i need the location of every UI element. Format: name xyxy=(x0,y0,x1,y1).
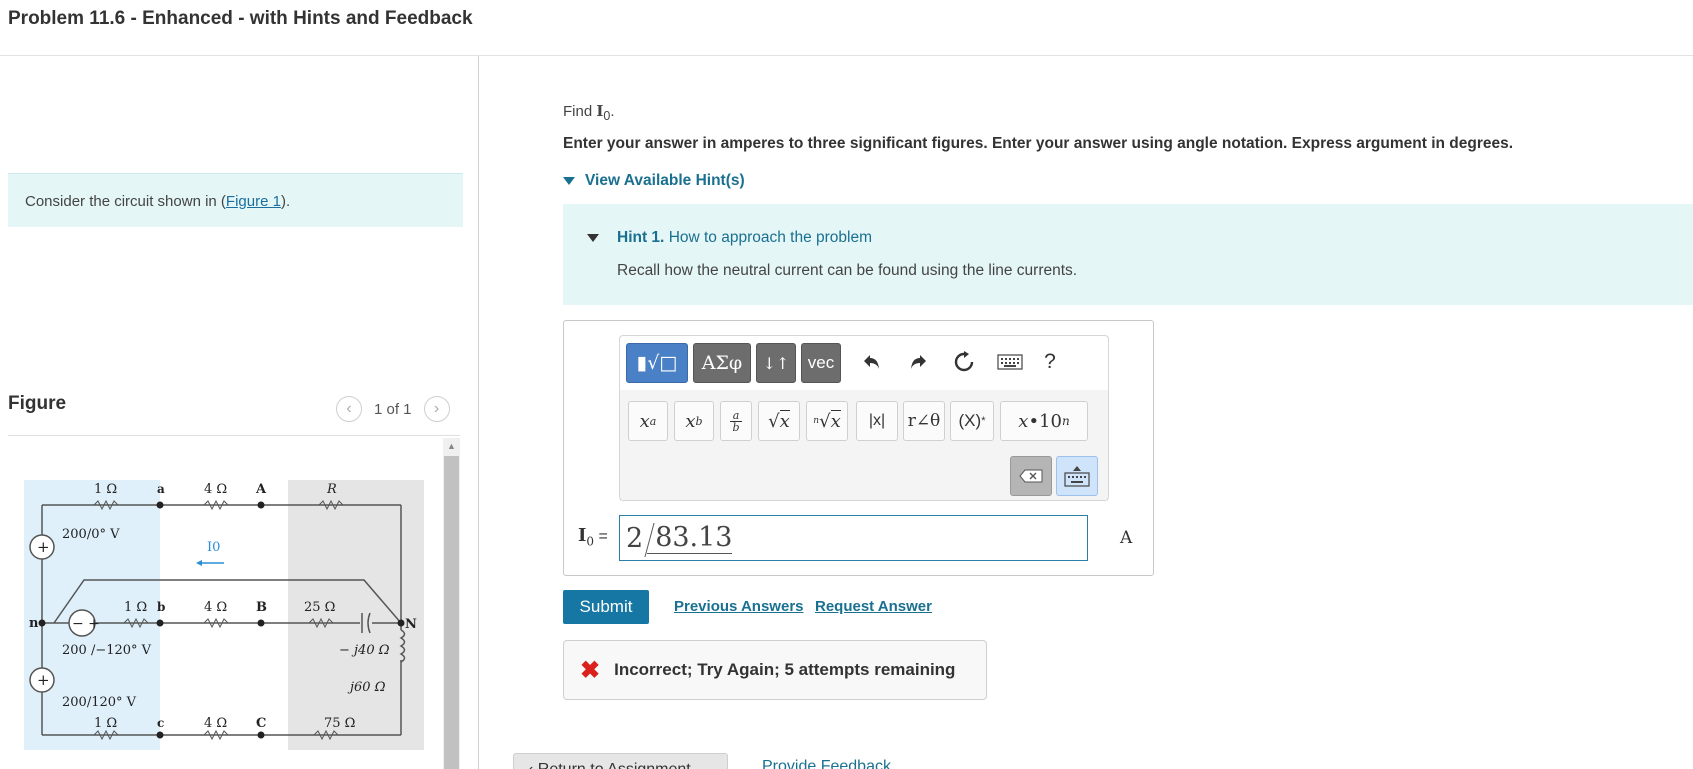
figure-nav: ‹ 1 of 1 › xyxy=(336,396,450,422)
label-source-c: 200/120° V xyxy=(62,695,137,710)
page-title: Problem 11.6 - Enhanced - with Hints and… xyxy=(8,8,473,29)
back-icon: ‹ xyxy=(528,761,538,769)
keyboard-toggle-icon[interactable] xyxy=(1056,456,1098,496)
hint-body: Recall how the neutral current can be fo… xyxy=(617,262,1078,279)
intro-text-end: ). xyxy=(280,193,291,210)
feedback-text: Incorrect; Try Again; 5 attempts remaini… xyxy=(614,660,956,679)
label-node-c: c xyxy=(157,716,164,730)
intro-box: Consider the circuit shown in (Figure 1)… xyxy=(8,173,463,227)
find-suffix: . xyxy=(610,103,615,120)
abs-button[interactable]: |x| xyxy=(856,401,898,441)
intro-text: Consider the circuit shown in ( xyxy=(25,193,226,210)
label-r75: 75 Ω xyxy=(324,716,355,731)
label-R: R xyxy=(326,482,337,497)
load-region xyxy=(288,480,424,750)
caret-down-icon xyxy=(563,177,575,185)
polar-button[interactable]: r∠θ xyxy=(903,401,945,441)
answer-magnitude: 2 xyxy=(626,522,644,554)
svg-text:− +: − + xyxy=(72,616,100,632)
palette-toolbar: ▮√□ ΑΣφ ↓↑ vec ? xyxy=(620,336,1108,390)
label-source-b: 200 /−120° V xyxy=(62,643,152,658)
chevron-right-icon[interactable]: › xyxy=(423,396,450,422)
circuit-diagram: + − + + 1 Ω a 4 Ω A R 200/0° V I0 n 1 Ω … xyxy=(24,480,424,750)
pane-divider xyxy=(478,56,479,769)
label-io: I0 xyxy=(207,540,220,555)
label-r25: 25 Ω xyxy=(304,600,335,615)
nth-root-button[interactable]: n √ x xyxy=(806,401,848,441)
return-label: Return to Assignment xyxy=(538,761,691,769)
submit-button[interactable]: Submit xyxy=(563,590,649,624)
conjugate-button[interactable]: (X) * xyxy=(950,401,994,441)
label-r1a: 1 Ω xyxy=(94,482,117,497)
hint-number: Hint 1. xyxy=(617,229,665,246)
find-prefix: Find xyxy=(563,103,597,120)
caret-down-icon xyxy=(587,234,599,242)
scroll-up-icon[interactable]: ▲ xyxy=(443,438,460,454)
label-capacitor: − j40 Ω xyxy=(339,643,390,658)
label-node-b: b xyxy=(157,600,165,614)
math-palette: ▮√□ ΑΣφ ↓↑ vec ? xa xb ab √ x n √ x |x| … xyxy=(619,335,1109,501)
arrows-button[interactable]: ↓↑ xyxy=(756,343,796,383)
label-node-N: N xyxy=(405,617,417,632)
feedback-message: ✖ Incorrect; Try Again; 5 attempts remai… xyxy=(563,640,987,700)
label-source-a: 200/0° V xyxy=(62,527,120,542)
backspace-icon[interactable] xyxy=(1010,456,1052,496)
instructions: Enter your answer in amperes to three si… xyxy=(563,135,1514,152)
label-r4a: 4 Ω xyxy=(204,482,227,497)
reset-icon[interactable] xyxy=(948,346,980,378)
hint-title: How to approach the problem xyxy=(668,229,873,246)
vec-button[interactable]: vec xyxy=(801,343,841,383)
label-node-a: a xyxy=(157,482,165,496)
label-r1b: 1 Ω xyxy=(124,600,147,615)
view-hints-label: View Available Hint(s) xyxy=(585,172,745,189)
label-r4c: 4 Ω xyxy=(204,716,227,731)
label-node-B: B xyxy=(256,600,267,615)
provide-feedback-link[interactable]: Provide Feedback xyxy=(762,758,891,769)
hint-1-toggle[interactable]: Hint 1. How to approach the problem xyxy=(587,229,872,247)
help-icon[interactable]: ? xyxy=(1034,346,1066,378)
superscript-button[interactable]: xa xyxy=(628,401,668,441)
find-prompt: Find I0. xyxy=(563,102,615,123)
templates-button[interactable]: ▮√□ xyxy=(626,343,688,383)
answer-units: A xyxy=(1120,528,1133,548)
figure-scrollbar[interactable]: ▲ xyxy=(443,438,460,769)
greek-button[interactable]: ΑΣφ xyxy=(693,343,751,383)
svg-text:+: + xyxy=(37,671,50,689)
redo-icon[interactable] xyxy=(902,346,934,378)
sci-notation-button[interactable]: x •10 n xyxy=(1000,401,1088,441)
answer-label: I0 = xyxy=(578,525,608,549)
subscript-button[interactable]: xb xyxy=(674,401,714,441)
label-node-n: n xyxy=(29,616,39,631)
label-r1c: 1 Ω xyxy=(94,716,117,731)
figure-link[interactable]: Figure 1 xyxy=(226,193,281,210)
svg-text:+: + xyxy=(37,538,50,556)
figure-divider xyxy=(8,435,460,436)
x-icon: ✖ xyxy=(580,656,601,684)
fraction-button[interactable]: ab xyxy=(720,401,752,441)
answer-input[interactable]: 2 83.13 xyxy=(619,515,1088,561)
previous-answers-link[interactable]: Previous Answers xyxy=(674,598,804,615)
figure-heading: Figure xyxy=(8,393,67,414)
label-node-A: A xyxy=(255,482,267,497)
answer-box: ▮√□ ΑΣφ ↓↑ vec ? xa xb ab √ x n √ x |x| … xyxy=(563,320,1154,576)
sqrt-button[interactable]: √ x xyxy=(758,401,800,441)
keyboard-icon[interactable] xyxy=(994,346,1026,378)
label-node-C: C xyxy=(256,716,266,731)
undo-icon[interactable] xyxy=(856,346,888,378)
figure-counter: 1 of 1 xyxy=(374,400,412,418)
chevron-left-icon[interactable]: ‹ xyxy=(336,396,362,422)
label-inductor: j60 Ω xyxy=(347,680,386,695)
return-to-assignment-button[interactable]: ‹ Return to Assignment xyxy=(513,753,728,769)
hint-panel: Hint 1. How to approach the problem Reca… xyxy=(563,204,1693,305)
request-answer-link[interactable]: Request Answer xyxy=(815,598,932,615)
label-r4b: 4 Ω xyxy=(204,600,227,615)
view-hints-toggle[interactable]: View Available Hint(s) xyxy=(563,172,745,190)
scroll-thumb[interactable] xyxy=(444,456,459,769)
answer-angle: 83.13 xyxy=(647,522,733,554)
